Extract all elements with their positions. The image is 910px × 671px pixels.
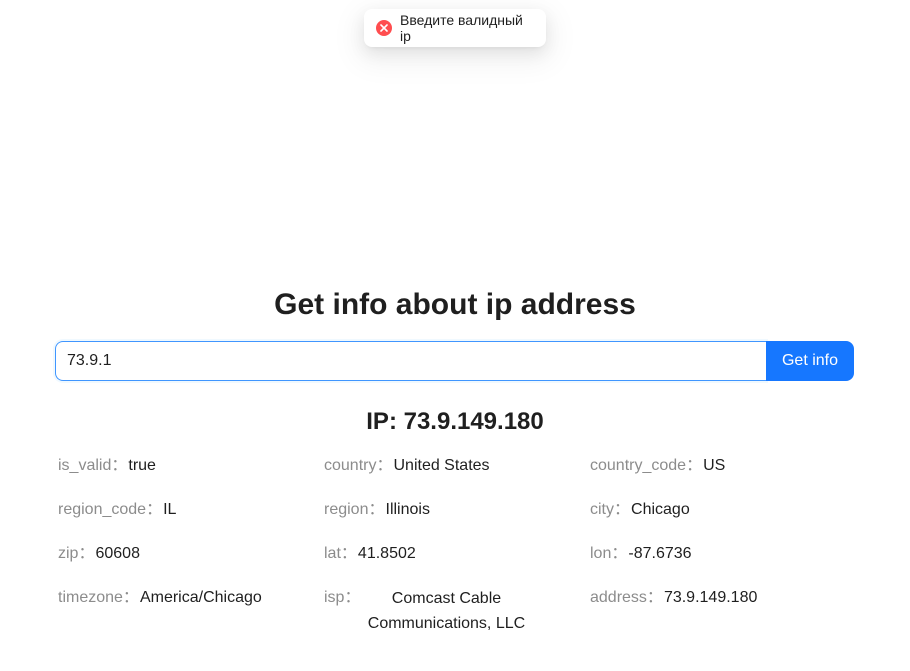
error-toast: Введите валидный ip <box>364 9 546 47</box>
ip-search-group: Get info <box>55 341 854 381</box>
info-label: timezone <box>58 587 140 636</box>
info-value: IL <box>163 501 177 518</box>
ip-input[interactable] <box>55 341 766 381</box>
info-item-is-valid: is_validtrue <box>58 455 324 499</box>
info-item-isp: ispComcast Cable Communications, LLC <box>324 587 590 658</box>
info-label: lat <box>324 543 358 565</box>
info-value: US <box>703 457 726 474</box>
info-row: is_validtrue countryUnited States countr… <box>58 455 858 499</box>
info-label: address <box>590 587 664 636</box>
info-item-region: regionIllinois <box>324 499 590 543</box>
info-item-lat: lat41.8502 <box>324 543 590 587</box>
info-label: region <box>324 499 386 521</box>
info-item-country-code: country_codeUS <box>590 455 856 499</box>
info-label: city <box>590 499 631 521</box>
info-row: zip60608 lat41.8502 lon-87.6736 <box>58 543 858 587</box>
info-item-timezone: timezoneAmerica/Chicago <box>58 587 324 658</box>
get-info-button[interactable]: Get info <box>766 341 854 381</box>
info-item-zip: zip60608 <box>58 543 324 587</box>
info-item-address: address73.9.149.180 <box>590 587 856 658</box>
info-label: region_code <box>58 499 163 521</box>
info-value: Comcast Cable Communications, LLC <box>367 590 526 632</box>
info-value: -87.6736 <box>628 545 692 562</box>
info-label: is_valid <box>58 455 128 477</box>
info-label: isp <box>324 587 361 636</box>
ip-info-descriptions: is_validtrue countryUnited States countr… <box>58 455 858 658</box>
info-row: region_codeIL regionIllinois cityChicago <box>58 499 858 543</box>
toast-message: Введите валидный ip <box>400 12 523 44</box>
info-value: Illinois <box>385 501 430 518</box>
ip-heading: IP: 73.9.149.180 <box>366 408 544 435</box>
info-item-city: cityChicago <box>590 499 856 543</box>
info-value: 41.8502 <box>357 545 416 562</box>
page-title: Get info about ip address <box>274 288 636 321</box>
info-label: country_code <box>590 455 703 477</box>
error-close-circle-icon <box>376 20 392 36</box>
info-label: country <box>324 455 393 477</box>
info-value: 60608 <box>95 545 140 562</box>
info-item-country: countryUnited States <box>324 455 590 499</box>
info-item-lon: lon-87.6736 <box>590 543 856 587</box>
info-value: 73.9.149.180 <box>663 589 758 606</box>
info-label: lon <box>590 543 628 565</box>
info-item-region-code: region_codeIL <box>58 499 324 543</box>
info-label: zip <box>58 543 95 565</box>
info-value: true <box>128 457 156 474</box>
info-value: America/Chicago <box>139 589 262 606</box>
info-value: Chicago <box>631 501 690 518</box>
info-row: timezoneAmerica/Chicago ispComcast Cable… <box>58 587 858 658</box>
info-value: United States <box>393 457 490 474</box>
